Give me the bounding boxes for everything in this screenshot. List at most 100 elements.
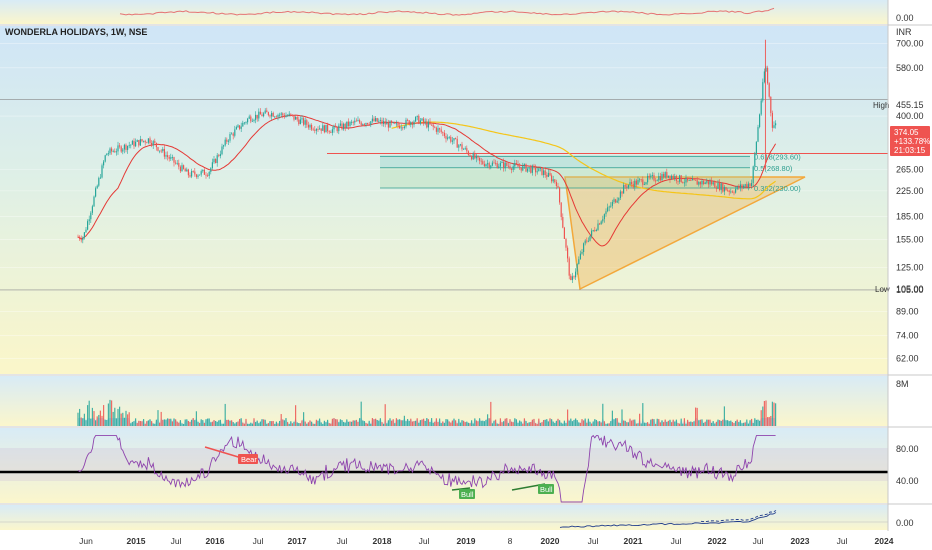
candle-body [581, 252, 583, 254]
volume-bar [368, 420, 370, 426]
volume-bar [290, 421, 292, 426]
volume-bar [539, 422, 541, 426]
candle-body [672, 175, 674, 179]
candle-body [104, 155, 106, 162]
volume-bar [650, 419, 652, 426]
candle-body [331, 129, 333, 133]
candle-body [443, 132, 445, 137]
candle-body [671, 175, 673, 180]
candle-body [578, 259, 580, 265]
volume-bar [538, 418, 540, 426]
volume-bar [475, 420, 477, 426]
volume-bar [701, 419, 703, 426]
volume-bar [136, 423, 138, 426]
bottom-pane-bg [0, 505, 888, 530]
rsi-band [0, 448, 888, 481]
candle-body [616, 200, 618, 203]
candle-body [309, 124, 311, 128]
candle-body [605, 211, 607, 215]
price-tick-label: 580.00 [896, 63, 924, 73]
candle-body [239, 125, 241, 129]
volume-bar [531, 419, 533, 426]
candle-body [130, 144, 132, 146]
candle-body [483, 163, 485, 167]
volume-bar [551, 419, 553, 426]
candle-body [647, 175, 649, 183]
time-axis-label: 2019 [457, 536, 476, 546]
candle-body [328, 131, 330, 133]
volume-bar [143, 419, 145, 426]
volume-bar [362, 420, 364, 426]
bull-badge-label: Bull [540, 485, 553, 494]
top-indicator-pane: 0.00 [0, 0, 914, 24]
volume-bar [683, 418, 685, 426]
candle-body [109, 148, 111, 154]
candle-body [146, 142, 148, 144]
candle-body [523, 164, 525, 166]
currency-label: INR [896, 27, 912, 37]
volume-bar [775, 403, 777, 426]
volume-bar [149, 419, 151, 426]
volume-bar [375, 418, 377, 426]
volume-bar [493, 420, 495, 426]
candle-body [115, 151, 117, 153]
candle-body [263, 113, 265, 117]
volume-bar [458, 418, 460, 426]
candle-body [469, 154, 471, 157]
candle-body [520, 167, 522, 171]
volume-bar [658, 419, 660, 426]
volume-bar [400, 420, 402, 426]
volume-bar [103, 405, 105, 426]
volume-bar [104, 419, 106, 426]
volume-bar [727, 420, 729, 426]
volume-bar [165, 419, 167, 426]
volume-bar [712, 421, 714, 426]
candle-body [725, 187, 727, 191]
volume-bar [338, 422, 340, 426]
candle-body [591, 230, 593, 236]
candle-body [175, 162, 177, 164]
candle-body [767, 67, 769, 84]
candle-body [554, 179, 556, 182]
volume-bar [485, 419, 487, 426]
candle-body [373, 118, 375, 122]
candle-body [479, 157, 481, 161]
candle-body [541, 168, 543, 175]
rsi-lower-label: 40.00 [896, 476, 919, 486]
volume-bar [450, 422, 452, 426]
volume-bar [631, 420, 633, 426]
volume-bar [739, 420, 741, 426]
candle-body [403, 126, 405, 128]
candle-body [658, 176, 660, 181]
volume-bar [271, 421, 273, 426]
volume-bar [213, 420, 215, 426]
candle-body [80, 238, 82, 241]
volume-bar [541, 422, 543, 426]
candle-body [365, 123, 367, 125]
candle-body [152, 141, 154, 146]
volume-bar [771, 401, 773, 426]
candle-body [597, 223, 599, 230]
candle-body [163, 148, 165, 157]
candle-body [453, 138, 455, 141]
volume-bar [234, 423, 236, 426]
candle-body [448, 137, 450, 138]
volume-bar [627, 422, 629, 426]
candle-body [698, 181, 700, 185]
candle-body [293, 115, 295, 120]
candle-body [219, 154, 221, 156]
candle-body [375, 118, 377, 122]
candle-body [386, 122, 388, 125]
volume-bar [589, 421, 591, 426]
volume-bar [123, 417, 125, 426]
volume-bar [610, 421, 612, 426]
candle-body [127, 145, 129, 150]
volume-bar [384, 404, 386, 426]
candle-body [368, 124, 370, 125]
candle-body [595, 229, 597, 231]
candle-body [330, 132, 332, 134]
candle-body [693, 178, 695, 180]
candle-body [376, 118, 378, 122]
time-axis-label: 2023 [791, 536, 810, 546]
candle-body [319, 128, 321, 130]
